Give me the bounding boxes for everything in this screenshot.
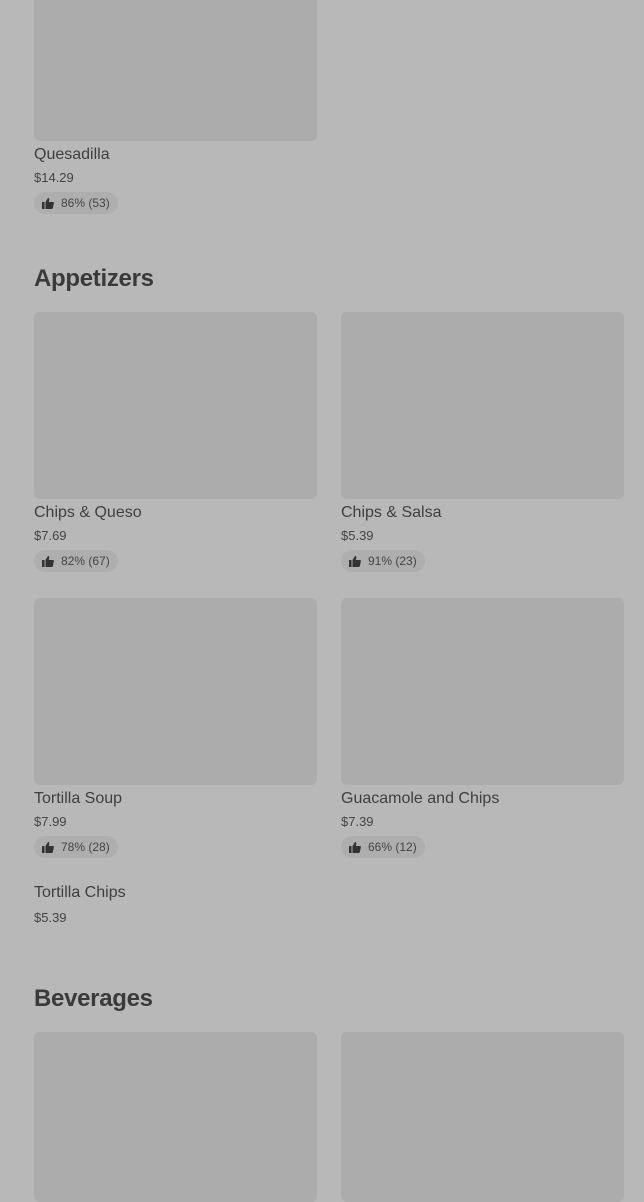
item-price: $5.39 xyxy=(341,528,374,543)
item-price: $14.29 xyxy=(34,170,74,185)
rating-badge: 78% (28) xyxy=(34,836,118,858)
rating-text: 66% (12) xyxy=(368,840,417,854)
thumbs-up-icon xyxy=(42,841,54,853)
rating-text: 82% (67) xyxy=(61,554,110,568)
item-name: Chips & Queso xyxy=(34,504,142,521)
rating-badge: 91% (23) xyxy=(341,550,425,572)
thumbs-up-icon xyxy=(349,841,361,853)
thumbs-up-icon xyxy=(42,555,54,567)
item-price: $5.39 xyxy=(34,910,67,925)
rating-text: 86% (53) xyxy=(61,196,110,210)
item-image[interactable] xyxy=(341,312,624,499)
thumbs-up-icon xyxy=(349,555,361,567)
item-name: Guacamole and Chips xyxy=(341,790,500,807)
item-image[interactable] xyxy=(34,312,317,499)
item-image[interactable] xyxy=(34,0,317,141)
rating-badge: 66% (12) xyxy=(341,836,425,858)
thumbs-up-icon xyxy=(42,197,54,209)
rating-badge: 82% (67) xyxy=(34,550,118,572)
item-name: Quesadilla xyxy=(34,146,110,163)
item-price: $7.69 xyxy=(34,528,67,543)
item-image[interactable] xyxy=(34,1032,317,1202)
section-title-appetizers: Appetizers xyxy=(34,265,154,292)
rating-text: 78% (28) xyxy=(61,840,110,854)
item-image[interactable] xyxy=(341,598,624,785)
item-name: Tortilla Chips xyxy=(34,884,126,901)
item-price: $7.39 xyxy=(341,814,374,829)
rating-text: 91% (23) xyxy=(368,554,417,568)
item-image[interactable] xyxy=(341,1032,624,1202)
rating-badge: 86% (53) xyxy=(34,192,118,214)
item-image[interactable] xyxy=(34,598,317,785)
item-price: $7.99 xyxy=(34,814,67,829)
item-name: Chips & Salsa xyxy=(341,504,442,521)
item-name: Tortilla Soup xyxy=(34,790,123,807)
section-title-beverages: Beverages xyxy=(34,985,153,1012)
